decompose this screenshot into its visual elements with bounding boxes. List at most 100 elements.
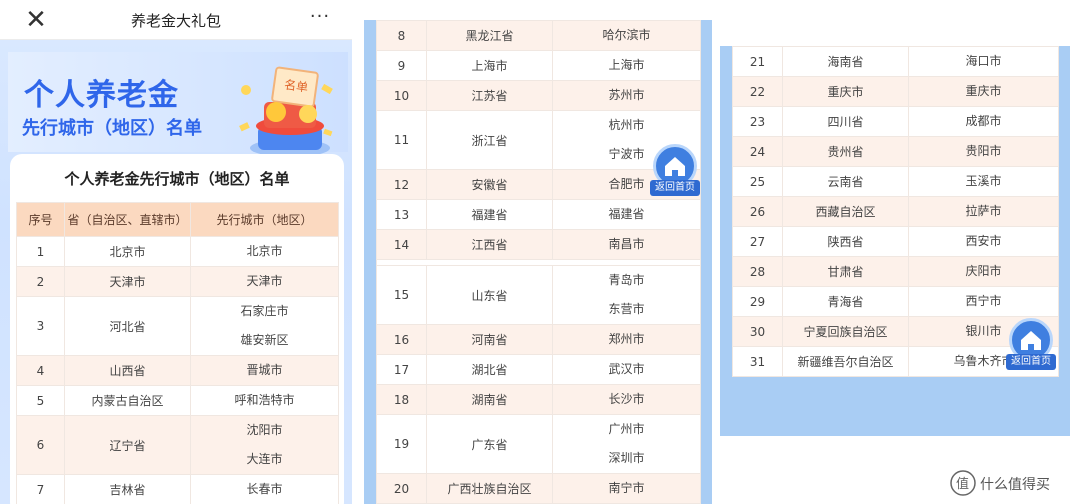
province-cell: 内蒙古自治区 [64,385,191,416]
province-cell: 山西省 [64,355,191,386]
province-cell: 河北省 [64,296,191,356]
city-cell: 福建省 [552,199,701,230]
city-name: 青岛市 [608,273,645,287]
city-name: 苏州市 [608,88,645,102]
panel-list-part1: ✕ 养老金大礼包 ··· 个人养老金 先行城市（地区）名单 名单 个人养老金先行… [0,0,352,504]
page-title: 养老金大礼包 [130,12,221,30]
row-number: 7 [16,474,65,504]
table-row: 18 湖南省 长沙市 [376,384,701,415]
row-number: 22 [732,76,783,107]
province-cell: 陕西省 [782,226,909,257]
row-number: 17 [376,354,427,385]
city-cell: 庆阳市 [908,256,1059,287]
table-row: 23 四川省 成都市 [732,106,1059,137]
row-number: 15 [376,265,427,325]
table-row: 29 青海省 西宁市 [732,286,1059,317]
row-number: 23 [732,106,783,137]
row-number: 21 [732,46,783,77]
table-row: 1 北京市 北京市 [16,236,339,267]
table-row: 20 广西壮族自治区 南宁市 [376,473,701,504]
province-cell: 浙江省 [426,110,553,170]
province-cell: 北京市 [64,236,191,267]
row-number: 2 [16,266,65,297]
city-cell: 沈阳市 大连市 [190,415,339,475]
city-cell: 石家庄市 雄安新区 [190,296,339,356]
row-number: 9 [376,50,427,81]
gift-illustration-icon: 名单 [239,66,333,157]
city-name: 庆阳市 [965,264,1002,278]
top-bar: ✕ 养老金大礼包 ··· [0,0,352,40]
banner-title: 个人养老金 [24,78,179,113]
province-cell: 四川省 [782,106,909,137]
city-name: 北京市 [246,244,283,258]
table-row: 4 山西省 晋城市 [16,355,339,386]
city-cell: 广州市 深圳市 [552,414,701,474]
row-number: 25 [732,166,783,197]
row-number: 8 [376,20,427,51]
table-row: 16 河南省 郑州市 [376,324,701,355]
panel-list-part3: 21 海南省 海口市 22 重庆市 重庆市 23 四川省 成都市 24 贵州省 贵阳市 25 云南省 玉溪市… [720,46,1070,436]
table-row: 7 吉林省 长春市 [16,474,339,504]
city-cell: 天津市 [190,266,339,297]
row-number: 4 [16,355,65,386]
province-cell: 贵州省 [782,136,909,167]
province-cell: 天津市 [64,266,191,297]
city-name: 玉溪市 [965,174,1002,188]
home-button[interactable]: 返回首页 [1006,318,1056,374]
province-cell: 广西壮族自治区 [426,473,553,504]
province-cell: 江西省 [426,229,553,260]
city-name: 东营市 [608,302,645,316]
province-cell: 上海市 [426,50,553,81]
city-cell: 北京市 [190,236,339,267]
table-row: 9 上海市 上海市 [376,50,701,81]
city-cell: 海口市 [908,46,1059,77]
banner: 个人养老金 先行城市（地区）名单 名单 [8,52,348,157]
city-cell: 郑州市 [552,324,701,355]
province-cell: 江苏省 [426,80,553,111]
row-number: 24 [732,136,783,167]
home-button[interactable]: 返回首页 [650,144,700,200]
province-cell: 广东省 [426,414,553,474]
row-number: 10 [376,80,427,111]
table-row: 8 黑龙江省 哈尔滨市 [376,20,701,51]
province-cell: 甘肃省 [782,256,909,287]
table-row: 28 甘肃省 庆阳市 [732,256,1059,287]
header-no: 序号 [16,202,65,237]
city-name: 贵阳市 [965,144,1002,158]
header-city: 先行城市（地区） [190,202,339,237]
city-cell: 南宁市 [552,473,701,504]
row-number: 13 [376,199,427,230]
city-name: 石家庄市 [240,304,289,318]
province-cell: 湖南省 [426,384,553,415]
city-name: 西安市 [965,234,1002,248]
city-name: 武汉市 [608,362,645,376]
row-number: 14 [376,229,427,260]
city-name: 长沙市 [608,392,645,406]
table-row: 14 江西省 南昌市 [376,229,701,260]
city-name: 呼和浩特市 [234,393,295,407]
city-cell: 长春市 [190,474,339,504]
city-name: 拉萨市 [965,204,1002,218]
screenshot-collage: ✕ 养老金大礼包 ··· 个人养老金 先行城市（地区）名单 名单 个人养老金先行… [0,0,1080,504]
row-number: 16 [376,324,427,355]
city-cell: 玉溪市 [908,166,1059,197]
city-name: 广州市 [608,422,645,436]
more-icon[interactable]: ··· [306,6,334,30]
city-cell: 西安市 [908,226,1059,257]
city-name: 杭州市 [608,118,645,132]
province-cell: 安徽省 [426,169,553,200]
province-cell: 山东省 [426,265,553,325]
row-number: 27 [732,226,783,257]
city-cell: 西宁市 [908,286,1059,317]
city-cell: 贵阳市 [908,136,1059,167]
city-cell: 拉萨市 [908,196,1059,227]
city-cell: 重庆市 [908,76,1059,107]
banner-subtitle: 先行城市（地区）名单 [22,118,202,139]
page-body: 个人养老金 先行城市（地区）名单 名单 个人养老金先行城市（地区）名单 序号 省… [0,40,352,504]
table-row: 25 云南省 玉溪市 [732,166,1059,197]
row-number: 30 [732,316,783,347]
province-cell: 西藏自治区 [782,196,909,227]
city-name: 晋城市 [246,363,283,377]
city-name: 长春市 [246,482,283,496]
city-table: 8 黑龙江省 哈尔滨市 9 上海市 上海市 10 江苏省 苏州市 11 浙江省 杭州市 宁波市 12 安徽省… [376,20,701,504]
